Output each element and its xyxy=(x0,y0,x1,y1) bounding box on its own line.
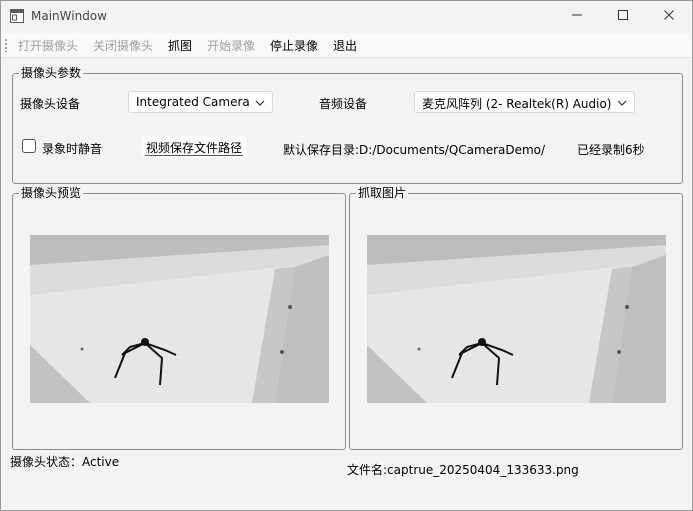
audio-device-label: 音频设备 xyxy=(319,97,368,111)
camera-device-label: 摄像头设备 xyxy=(20,97,81,111)
recorded-time: 已经录制6秒 xyxy=(577,143,645,157)
camera-params-title: 摄像头参数 xyxy=(19,66,84,80)
exit-action[interactable]: 退出 xyxy=(333,37,357,54)
capture-action[interactable]: 抓图 xyxy=(168,37,192,54)
stop-record-action[interactable]: 停止录像 xyxy=(270,37,318,54)
chevron-down-icon xyxy=(616,97,628,107)
capture-image-title: 抓取图片 xyxy=(356,186,409,200)
camera-preview-group: 摄像头预览 xyxy=(12,186,346,450)
toolbar-grip[interactable] xyxy=(5,38,7,52)
camera-preview-title: 摄像头预览 xyxy=(19,186,84,200)
main-window: MainWindow 打开摄像头 关闭摄像头 抓图 开始录像 停止录像 退出 摄… xyxy=(0,0,693,511)
audio-device-value: 麦克风阵列 (2- Realtek(R) Audio) xyxy=(422,97,612,111)
minimize-button[interactable] xyxy=(554,1,600,31)
window-title: MainWindow xyxy=(31,9,107,23)
camera-device-combo[interactable]: Integrated Camera xyxy=(128,91,273,113)
start-record-action[interactable]: 开始录像 xyxy=(207,37,255,54)
open-camera-action[interactable]: 打开摄像头 xyxy=(18,37,78,54)
mute-label: 录象时静音 xyxy=(42,142,103,156)
captured-image-view xyxy=(367,235,666,403)
default-save-dir: 默认保存目录:D:/Documents/QCameraDemo/ xyxy=(283,143,546,157)
save-path-button[interactable]: 视频保存文件路径 xyxy=(141,136,247,158)
toolbar: 打开摄像头 关闭摄像头 抓图 开始录像 停止录像 退出 xyxy=(1,33,692,58)
audio-device-combo[interactable]: 麦克风阵列 (2- Realtek(R) Audio) xyxy=(414,91,635,113)
button-underline xyxy=(145,155,243,156)
camera-preview-view xyxy=(30,235,329,403)
mute-checkbox[interactable] xyxy=(22,139,36,153)
minimize-icon xyxy=(571,9,583,24)
app-window-icon xyxy=(10,9,24,23)
close-button[interactable] xyxy=(646,1,692,31)
captured-image xyxy=(367,235,666,403)
maximize-icon xyxy=(617,9,629,24)
camera-device-value: Integrated Camera xyxy=(136,95,250,109)
save-path-button-label: 视频保存文件路径 xyxy=(146,141,243,155)
close-camera-action[interactable]: 关闭摄像头 xyxy=(93,37,153,54)
captured-file-name: 文件名:captrue_20250404_133633.png xyxy=(347,463,579,477)
camera-params-group: 摄像头参数 摄像头设备 Integrated Camera 音频设备 麦克风阵列… xyxy=(12,66,683,184)
camera-status: 摄像头状态：Active xyxy=(10,455,120,469)
close-icon xyxy=(663,9,675,24)
capture-image-group: 抓取图片 xyxy=(349,186,683,450)
title-bar[interactable]: MainWindow xyxy=(1,1,692,31)
camera-preview-image xyxy=(30,235,329,403)
maximize-button[interactable] xyxy=(600,1,646,31)
chevron-down-icon xyxy=(254,97,266,107)
